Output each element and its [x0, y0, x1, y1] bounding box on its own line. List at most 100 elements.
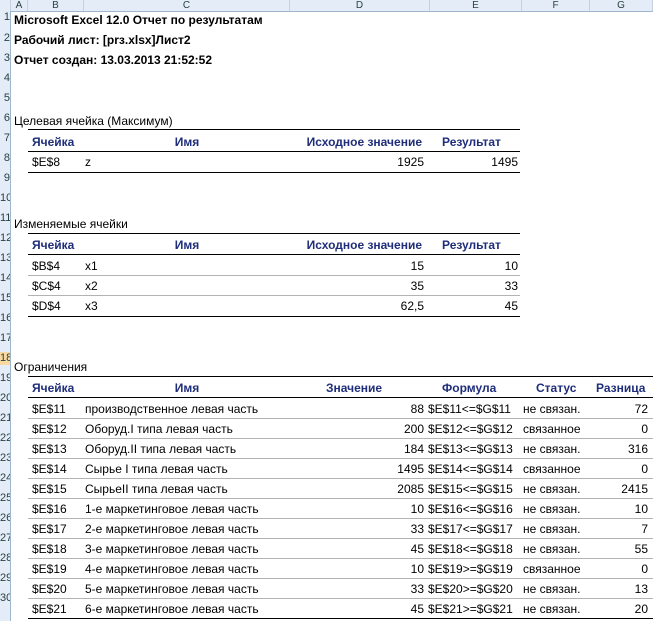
- table-header-border: [28, 151, 520, 152]
- variable-name: x2: [85, 279, 98, 293]
- constraint-formula: $E$12<=$G$12: [428, 422, 513, 436]
- row-header[interactable]: 23: [0, 452, 10, 465]
- row-header[interactable]: 4: [0, 72, 10, 85]
- select-all-corner[interactable]: [0, 0, 11, 11]
- row-header[interactable]: 7: [0, 132, 10, 145]
- target-header-orig: Исходное значение: [306, 135, 422, 149]
- constraint-formula: $E$20>=$G$20: [428, 582, 513, 596]
- constraint-cell: $E$13: [32, 442, 67, 456]
- column-header-bar: A B C D E F G: [0, 0, 653, 12]
- row-header[interactable]: 21: [0, 412, 10, 425]
- row-header[interactable]: 27: [0, 532, 10, 545]
- row-divider: [28, 538, 653, 539]
- target-header-cell: Ячейка: [32, 135, 75, 149]
- constraint-value: 88: [410, 402, 424, 416]
- constraint-name: Оборуд.II типа левая часть: [85, 442, 237, 456]
- constraint-status: связанное: [523, 562, 581, 576]
- row-header[interactable]: 2: [0, 32, 10, 45]
- variable-orig: 15: [410, 259, 424, 273]
- constraints-header-cell: Ячейка: [32, 381, 75, 395]
- row-divider: [28, 418, 653, 419]
- row-header[interactable]: 6: [0, 112, 10, 125]
- row-header[interactable]: 16: [0, 312, 10, 325]
- table-bottom-border: [28, 316, 520, 317]
- constraint-value: 1495: [397, 462, 424, 476]
- row-header[interactable]: 5: [0, 92, 10, 105]
- constraint-status: не связан.: [523, 442, 581, 456]
- constraint-name: 4-е маркетинговое левая часть: [85, 562, 259, 576]
- row-header[interactable]: 14: [0, 272, 10, 285]
- row-header[interactable]: 28: [0, 552, 10, 565]
- target-result: 1495: [491, 155, 518, 169]
- column-header-c[interactable]: C: [84, 0, 290, 11]
- row-header[interactable]: 10: [0, 192, 10, 205]
- row-divider: [28, 578, 653, 579]
- row-header[interactable]: 11: [0, 212, 10, 225]
- report-created: Отчет создан: 13.03.2013 21:52:52: [14, 53, 213, 67]
- constraint-formula: $E$15<=$G$15: [428, 482, 513, 496]
- row-divider: [28, 598, 653, 599]
- constraint-value: 45: [410, 542, 424, 556]
- constraint-diff: 13: [634, 582, 648, 596]
- row-header-bar: 1 2 3 4 5 6 7 8 9 10 11 12 13 14 15 16 1…: [0, 11, 11, 621]
- row-header[interactable]: 13: [0, 252, 10, 265]
- row-header[interactable]: 3: [0, 52, 10, 65]
- variables-header-orig: Исходное значение: [306, 238, 422, 252]
- row-header[interactable]: 22: [0, 432, 10, 445]
- constraint-cell: $E$15: [32, 482, 67, 496]
- constraint-formula: $E$17<=$G$17: [428, 522, 513, 536]
- constraint-diff: 0: [641, 562, 648, 576]
- row-header[interactable]: 24: [0, 472, 10, 485]
- target-orig: 1925: [397, 155, 424, 169]
- constraint-value: 45: [410, 602, 424, 616]
- variable-result: 33: [504, 279, 518, 293]
- column-header-b[interactable]: B: [28, 0, 84, 11]
- column-header-a[interactable]: A: [11, 0, 28, 11]
- row-header-selected[interactable]: 18: [0, 352, 10, 365]
- constraint-diff: 7: [641, 522, 648, 536]
- constraint-diff: 55: [634, 542, 648, 556]
- constraint-name: Сырье I типа левая часть: [85, 462, 228, 476]
- constraint-cell: $E$20: [32, 582, 67, 596]
- constraint-name: 5-е маркетинговое левая часть: [85, 582, 259, 596]
- constraint-name: 6-е маркетинговое левая часть: [85, 602, 259, 616]
- constraint-cell: $E$19: [32, 562, 67, 576]
- row-header[interactable]: 1: [0, 11, 10, 24]
- constraint-formula: $E$18<=$G$18: [428, 542, 513, 556]
- row-divider: [28, 275, 520, 276]
- variables-header-cell: Ячейка: [32, 238, 75, 252]
- constraint-cell: $E$21: [32, 602, 67, 616]
- row-header[interactable]: 12: [0, 232, 10, 245]
- table-header-border: [28, 254, 520, 255]
- row-header[interactable]: 8: [0, 152, 10, 165]
- target-header-name: Имя: [174, 135, 200, 149]
- constraint-cell: $E$16: [32, 502, 67, 516]
- constraint-name: 2-е маркетинговое левая часть: [85, 522, 259, 536]
- row-divider: [28, 518, 653, 519]
- row-header[interactable]: 9: [0, 172, 10, 185]
- variable-orig: 62,5: [400, 299, 424, 313]
- row-header[interactable]: 29: [0, 572, 10, 585]
- constraint-formula: $E$13<=$G$13: [428, 442, 513, 456]
- constraint-value: 2085: [397, 482, 424, 496]
- row-header[interactable]: 26: [0, 512, 10, 525]
- constraint-diff: 316: [627, 442, 648, 456]
- row-header[interactable]: 17: [0, 332, 10, 345]
- row-header[interactable]: 15: [0, 292, 10, 305]
- constraint-diff: 0: [641, 422, 648, 436]
- constraint-diff: 0: [641, 462, 648, 476]
- row-header[interactable]: 25: [0, 492, 10, 505]
- column-header-g[interactable]: G: [590, 0, 653, 11]
- constraint-formula: $E$21>=$G$21: [428, 602, 513, 616]
- constraint-status: связанное: [523, 462, 581, 476]
- target-name: z: [85, 155, 91, 169]
- column-header-d[interactable]: D: [290, 0, 430, 11]
- variable-name: x3: [85, 299, 98, 313]
- constraint-status: не связан.: [523, 502, 581, 516]
- row-header[interactable]: 19: [0, 372, 10, 385]
- row-header[interactable]: 30: [0, 592, 10, 605]
- constraint-cell: $E$17: [32, 522, 67, 536]
- column-header-f[interactable]: F: [522, 0, 590, 11]
- row-header[interactable]: 20: [0, 392, 10, 405]
- column-header-e[interactable]: E: [430, 0, 522, 11]
